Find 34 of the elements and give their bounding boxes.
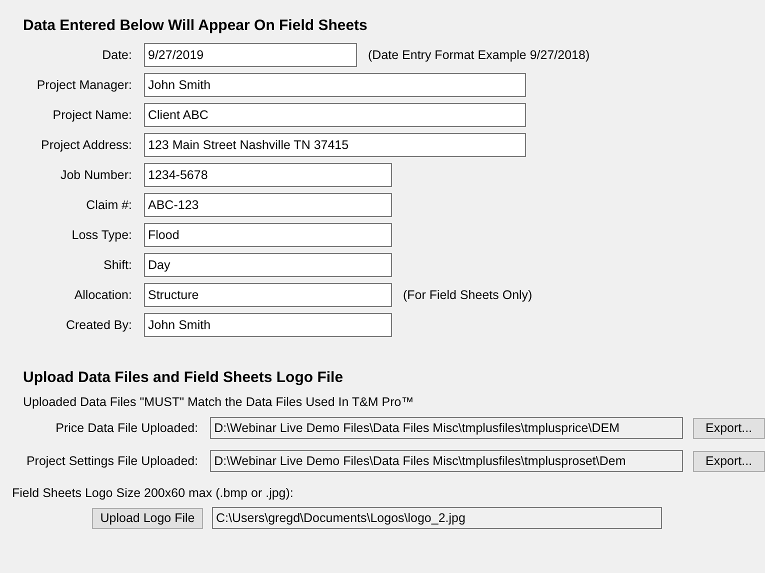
- field-label: Project Name:: [52, 108, 132, 122]
- field-label: Project Manager:: [36, 78, 132, 92]
- field-label: Created By:: [64, 318, 132, 332]
- hint-text: Field Sheets Logo Size 200x60 max (.bmp or .jpg):: [12, 485, 294, 502]
- file-path-field[interactable]: D:\Webinar Live Demo Files\Data Files Misc\tmplusfiles\tmplusproset\Dem: [210, 450, 683, 472]
- text-field[interactable]: Day: [144, 253, 392, 277]
- text-field[interactable]: 1234-5678: [144, 163, 392, 187]
- section-heading: Data Entered Below Will Appear On Field Sheets: [23, 16, 368, 36]
- text-field[interactable]: Flood: [144, 223, 392, 247]
- notice-text: Uploaded Data Files "MUST" Match the Data Files Used In T&M Pro™: [23, 394, 415, 411]
- text-field[interactable]: 9/27/2019: [144, 43, 357, 67]
- text-field[interactable]: John Smith: [144, 313, 392, 337]
- field-label: Date:: [101, 48, 132, 62]
- field-label: Shift:: [102, 258, 132, 272]
- field-label: Job Number:: [59, 168, 132, 182]
- export-button[interactable]: Export...: [692, 450, 765, 472]
- field-label: Claim #:: [85, 198, 132, 212]
- field-label: Loss Type:: [70, 228, 132, 242]
- export-button[interactable]: Export...: [692, 418, 765, 438]
- field-label: Project Settings File Uploaded:: [25, 454, 198, 468]
- text-field[interactable]: Client ABC: [144, 103, 526, 127]
- hint-text: (For Field Sheets Only): [403, 288, 532, 302]
- section-heading: Upload Data Files and Field Sheets Logo File: [23, 368, 344, 388]
- text-field[interactable]: Structure: [144, 283, 392, 307]
- hint-text: (Date Entry Format Example 9/27/2018): [368, 48, 590, 62]
- text-field[interactable]: ABC-123: [144, 193, 392, 217]
- logo-path-field[interactable]: C:\Users\gregd\Documents\Logos\logo_2.jpg: [212, 507, 662, 529]
- field-label: Allocation:: [73, 288, 132, 302]
- field-label: Price Data File Uploaded:: [54, 421, 198, 435]
- text-field[interactable]: 123 Main Street Nashville TN 37415: [144, 133, 526, 157]
- text-field[interactable]: John Smith: [144, 73, 526, 97]
- upload-logo-button[interactable]: Upload Logo File: [92, 508, 203, 528]
- field-label: Project Address:: [40, 138, 132, 152]
- file-path-field[interactable]: D:\Webinar Live Demo Files\Data Files Misc\tmplusfiles\tmplusprice\DEM: [210, 417, 683, 439]
